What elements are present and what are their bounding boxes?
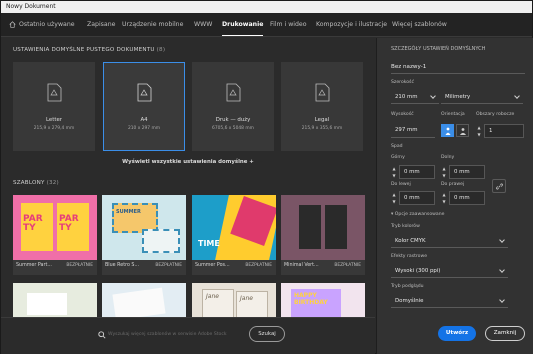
orientation-label: Orientacja [441, 112, 465, 117]
artboards-field[interactable]: 1 [484, 124, 524, 138]
raster-effects-label: Efekty rastrowe [391, 254, 428, 259]
preset-name: Legal [314, 117, 330, 123]
free-badge: BEZPŁATNIE [245, 263, 272, 268]
template-name: Summer Pos... [195, 263, 230, 268]
units-select[interactable]: Milimetry [441, 90, 523, 104]
portrait-icon [445, 127, 451, 135]
tab-recent[interactable]: Ostatnio używane [9, 13, 75, 37]
width-label: Szerokość [391, 80, 414, 85]
window-title: Nowy Dokument [1, 1, 532, 13]
show-all-presets-link[interactable]: Wyświetl wszystkie ustawienia domyślne + [1, 159, 375, 165]
document-icon [315, 83, 330, 102]
tab-film-video[interactable]: Film i wideo [270, 13, 307, 37]
bottom-stepper[interactable]: ▲ ▼ [441, 165, 447, 179]
portrait-orientation-button[interactable] [441, 124, 454, 137]
template-thumbnail: Jane [202, 289, 234, 319]
preset-letter[interactable]: Letter 215,9 x 279,4 mm [13, 62, 95, 151]
free-badge: BEZPŁATNIE [66, 263, 93, 268]
artboards-stepper[interactable]: ▲ ▼ [476, 124, 482, 138]
tab-web[interactable]: WWW [194, 13, 212, 37]
bleed-bottom-field[interactable]: 0 mm [449, 165, 485, 179]
search-bar: Wyszukaj więcej szablonów w serwisie Ado… [1, 317, 375, 354]
template-thumbnail [281, 195, 365, 260]
preset-size: 215,9 x 355,6 mm [301, 126, 343, 131]
preset-details-panel: SZCZEGÓŁY USTAWIEŃ DOMYŚLNYCH Bez nazwy-… [376, 38, 533, 354]
document-name-field[interactable]: Bez nazwy-1 [391, 60, 525, 74]
free-badge: BEZPŁATNIE [334, 263, 361, 268]
template-card[interactable]: PAR TY PAR TY Summer Part... BEZPŁATNIE [13, 195, 97, 275]
close-button[interactable]: Zamknij [485, 326, 525, 341]
templates-section-title: SZABLONY (32) [13, 180, 59, 186]
right-stepper[interactable]: ▲ ▼ [441, 191, 447, 205]
home-icon [9, 20, 16, 28]
color-mode-label: Tryb kolorów [391, 224, 420, 229]
preset-size: 6705,6 x 5048 mm [212, 126, 254, 131]
width-field[interactable]: 210 mm [391, 90, 439, 104]
bleed-label: Spad [391, 144, 403, 149]
preview-mode-label: Tryb podglądu [391, 284, 424, 289]
bleed-right-field[interactable]: 0 mm [449, 191, 485, 205]
height-label: Wysokość [391, 112, 414, 117]
preset-legal[interactable]: Legal 215,9 x 355,6 mm [281, 62, 363, 151]
preset-name: Letter [46, 117, 62, 123]
preset-size: 215,9 x 279,4 mm [33, 126, 75, 131]
raster-effects-select[interactable]: Wysoki (300 ppi) [391, 264, 508, 278]
preset-name: A4 [140, 117, 148, 123]
left-label: Do lewej [391, 182, 411, 187]
document-icon [47, 83, 62, 102]
link-bleed-button[interactable] [492, 179, 506, 193]
bleed-top-field[interactable]: 0 mm [399, 165, 435, 179]
preset-large-print[interactable]: Druk — duży 6705,6 x 5048 mm [192, 62, 274, 151]
presets-section-title: USTAWIENIA DOMYŚLNE PUSTEGO DOKUMENTU (8… [13, 47, 166, 53]
search-button[interactable]: Szukaj [249, 326, 285, 342]
tab-print[interactable]: Drukowanie [222, 13, 264, 37]
advanced-options-toggle[interactable]: ▾ Opcje zaawansowane [391, 212, 444, 217]
template-name: Summer Part... [16, 263, 52, 268]
template-thumbnail [27, 293, 67, 315]
templates-count: (32) [46, 180, 59, 186]
top-label: Górny [391, 155, 405, 160]
template-thumbnail: HAPPY BIRTHDAY [291, 289, 341, 319]
document-icon [137, 83, 152, 102]
bleed-left-field[interactable]: 0 mm [399, 191, 435, 205]
tab-more-templates[interactable]: Więcej szablonów [392, 13, 447, 37]
template-name: Minimal Vert... [284, 263, 319, 268]
tab-label: Ostatnio używane [19, 21, 75, 28]
tab-mobile[interactable]: Urządzenie mobilne [122, 13, 183, 37]
link-icon [496, 183, 503, 190]
template-thumbnail: PAR TY PAR TY [13, 195, 97, 260]
bottom-label: Dolny [441, 155, 455, 160]
create-button[interactable]: Utwórz [438, 326, 476, 341]
template-thumbnail [112, 287, 166, 321]
presets-panel: USTAWIENIA DOMYŚLNE PUSTEGO DOKUMENTU (8… [1, 38, 375, 354]
right-label: Do prawej [441, 182, 465, 187]
landscape-orientation-button[interactable] [456, 124, 469, 137]
template-card[interactable]: Minimal Vert... BEZPŁATNIE [281, 195, 365, 275]
preset-name: Druk — duży [215, 117, 251, 123]
top-stepper[interactable]: ▲ ▼ [391, 165, 397, 179]
preset-a4[interactable]: A4 210 x 297 mm [103, 62, 185, 151]
free-badge: BEZPŁATNIE [155, 263, 182, 268]
template-thumbnail: TIME [192, 195, 276, 260]
height-field[interactable]: 297 mm [391, 124, 435, 138]
details-title: SZCZEGÓŁY USTAWIEŃ DOMYŚLNYCH [391, 46, 486, 52]
template-card[interactable]: SUMMER Blue Retro S... BEZPŁATNIE [102, 195, 186, 275]
tab-art-illustration[interactable]: Kompozycje i ilustracje [316, 13, 387, 37]
template-thumbnail: SUMMER [102, 195, 186, 260]
template-card[interactable]: TIME Summer Pos... BEZPŁATNIE [192, 195, 276, 275]
preview-mode-select[interactable]: Domyślnie [391, 294, 508, 308]
landscape-icon [460, 128, 466, 135]
new-document-dialog: Nowy Dokument Ostatnio używane Zapisane … [0, 0, 533, 354]
artboards-label: Obszary robocze [476, 112, 515, 117]
presets-count: (8) [156, 47, 166, 53]
preset-size: 210 x 297 mm [127, 126, 161, 131]
color-mode-select[interactable]: Kolor CMYK [391, 234, 508, 248]
tab-saved[interactable]: Zapisane [87, 13, 115, 37]
category-tabs: Ostatnio używane Zapisane Urządzenie mob… [1, 13, 532, 37]
document-icon [226, 83, 241, 102]
template-name: Blue Retro S... [105, 263, 140, 268]
left-stepper[interactable]: ▲ ▼ [391, 191, 397, 205]
